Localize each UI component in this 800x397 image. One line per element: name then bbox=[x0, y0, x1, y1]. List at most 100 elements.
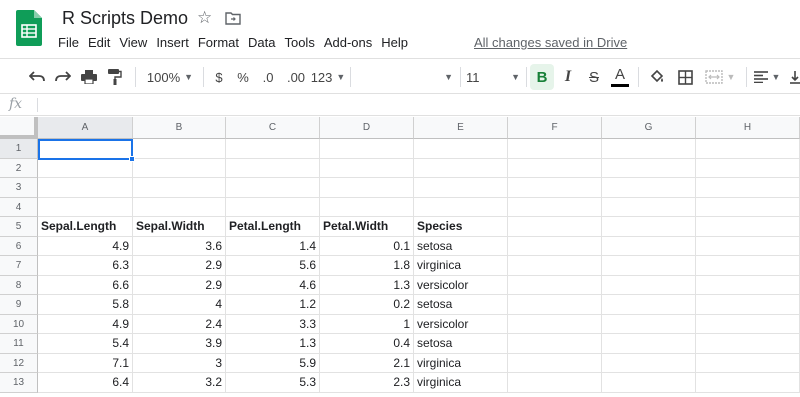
header-cell[interactable]: Sepal.Length bbox=[38, 217, 133, 237]
spreadsheet-grid[interactable]: A B C D E F G H 1 2 3 4 5 Sepal.Length Sepal.Width Peta… bbox=[0, 117, 800, 397]
numeric-cell[interactable]: 2.9 bbox=[133, 276, 226, 295]
cell[interactable] bbox=[508, 198, 602, 217]
cell[interactable] bbox=[508, 256, 602, 276]
cell[interactable] bbox=[602, 276, 696, 295]
column-header[interactable]: G bbox=[602, 117, 696, 139]
undo-icon[interactable] bbox=[26, 59, 48, 95]
vertical-align-icon[interactable] bbox=[788, 59, 800, 95]
column-header[interactable]: F bbox=[508, 117, 602, 139]
numeric-cell[interactable]: 5.6 bbox=[226, 256, 320, 276]
merge-cells-select[interactable]: ▼ bbox=[701, 59, 739, 95]
numeric-cell[interactable]: 3.9 bbox=[133, 334, 226, 354]
species-cell[interactable]: virginica bbox=[414, 256, 508, 276]
menu-view[interactable]: View bbox=[119, 35, 147, 53]
cell[interactable] bbox=[508, 178, 602, 198]
numeric-cell[interactable]: 2.1 bbox=[320, 354, 414, 373]
cell[interactable] bbox=[320, 198, 414, 217]
formula-input[interactable] bbox=[44, 97, 784, 113]
cell[interactable] bbox=[602, 237, 696, 256]
numeric-cell[interactable]: 0.2 bbox=[320, 295, 414, 315]
cell[interactable] bbox=[696, 217, 800, 237]
header-cell[interactable]: Petal.Width bbox=[320, 217, 414, 237]
cell[interactable] bbox=[320, 159, 414, 178]
row-header[interactable]: 1 bbox=[0, 139, 38, 159]
cell[interactable] bbox=[226, 178, 320, 198]
cell[interactable] bbox=[602, 373, 696, 393]
text-color-button[interactable]: A bbox=[609, 59, 631, 95]
cell[interactable] bbox=[602, 139, 696, 159]
cell[interactable] bbox=[133, 198, 226, 217]
menu-edit[interactable]: Edit bbox=[88, 35, 110, 53]
percent-format-button[interactable]: % bbox=[234, 59, 252, 95]
fill-handle[interactable] bbox=[129, 156, 135, 162]
numeric-cell[interactable]: 1 bbox=[320, 315, 414, 334]
cell[interactable] bbox=[226, 159, 320, 178]
column-header[interactable]: B bbox=[133, 117, 226, 139]
numeric-cell[interactable]: 0.1 bbox=[320, 237, 414, 256]
cell[interactable] bbox=[508, 276, 602, 295]
cell[interactable] bbox=[508, 295, 602, 315]
row-header[interactable]: 5 bbox=[0, 217, 38, 237]
numeric-cell[interactable]: 1.8 bbox=[320, 256, 414, 276]
cell[interactable] bbox=[696, 159, 800, 178]
row-header[interactable]: 9 bbox=[0, 295, 38, 315]
cell[interactable] bbox=[508, 373, 602, 393]
cell[interactable] bbox=[38, 159, 133, 178]
numeric-cell[interactable]: 0.4 bbox=[320, 334, 414, 354]
cell[interactable] bbox=[696, 256, 800, 276]
cell[interactable] bbox=[696, 354, 800, 373]
cell[interactable] bbox=[696, 276, 800, 295]
cell[interactable] bbox=[602, 354, 696, 373]
italic-button[interactable]: I bbox=[558, 59, 578, 95]
fill-color-icon[interactable] bbox=[646, 59, 668, 95]
cell[interactable] bbox=[508, 354, 602, 373]
species-cell[interactable]: setosa bbox=[414, 237, 508, 256]
cell[interactable] bbox=[602, 178, 696, 198]
row-header[interactable]: 8 bbox=[0, 276, 38, 295]
row-header[interactable]: 4 bbox=[0, 198, 38, 217]
cell[interactable] bbox=[320, 139, 414, 159]
cell[interactable] bbox=[696, 237, 800, 256]
numeric-cell[interactable]: 3 bbox=[133, 354, 226, 373]
cell[interactable] bbox=[696, 315, 800, 334]
move-folder-icon[interactable] bbox=[225, 11, 241, 25]
numeric-cell[interactable]: 6.6 bbox=[38, 276, 133, 295]
more-formats-select[interactable]: 123 ▼ bbox=[311, 59, 346, 95]
document-title[interactable]: R Scripts Demo bbox=[62, 8, 188, 29]
cell[interactable] bbox=[508, 217, 602, 237]
increase-decimal-button[interactable]: .00 bbox=[283, 59, 309, 95]
cell[interactable] bbox=[133, 159, 226, 178]
cell[interactable] bbox=[508, 139, 602, 159]
column-header[interactable]: E bbox=[414, 117, 508, 139]
row-header[interactable]: 10 bbox=[0, 315, 38, 334]
menu-data[interactable]: Data bbox=[248, 35, 275, 53]
species-cell[interactable]: setosa bbox=[414, 334, 508, 354]
numeric-cell[interactable]: 4.9 bbox=[38, 237, 133, 256]
sheets-logo-icon[interactable] bbox=[16, 10, 42, 46]
cell[interactable] bbox=[133, 178, 226, 198]
currency-format-button[interactable]: $ bbox=[210, 59, 228, 95]
cell[interactable] bbox=[414, 198, 508, 217]
cell[interactable] bbox=[696, 334, 800, 354]
species-cell[interactable]: virginica bbox=[414, 373, 508, 393]
cell[interactable] bbox=[602, 159, 696, 178]
numeric-cell[interactable]: 4.6 bbox=[226, 276, 320, 295]
paint-format-icon[interactable] bbox=[104, 59, 126, 95]
cell[interactable] bbox=[602, 198, 696, 217]
cell[interactable] bbox=[508, 237, 602, 256]
bold-button[interactable]: B bbox=[530, 64, 554, 90]
cell[interactable] bbox=[226, 198, 320, 217]
column-header[interactable]: H bbox=[696, 117, 800, 139]
cell[interactable] bbox=[508, 315, 602, 334]
numeric-cell[interactable]: 6.3 bbox=[38, 256, 133, 276]
header-cell[interactable]: Sepal.Width bbox=[133, 217, 226, 237]
strikethrough-button[interactable]: S bbox=[584, 59, 604, 95]
cell[interactable] bbox=[38, 178, 133, 198]
cell[interactable] bbox=[38, 198, 133, 217]
borders-icon[interactable] bbox=[674, 59, 696, 95]
numeric-cell[interactable]: 1.2 bbox=[226, 295, 320, 315]
cell[interactable] bbox=[696, 178, 800, 198]
cell[interactable] bbox=[602, 256, 696, 276]
numeric-cell[interactable]: 4 bbox=[133, 295, 226, 315]
species-cell[interactable]: virginica bbox=[414, 354, 508, 373]
